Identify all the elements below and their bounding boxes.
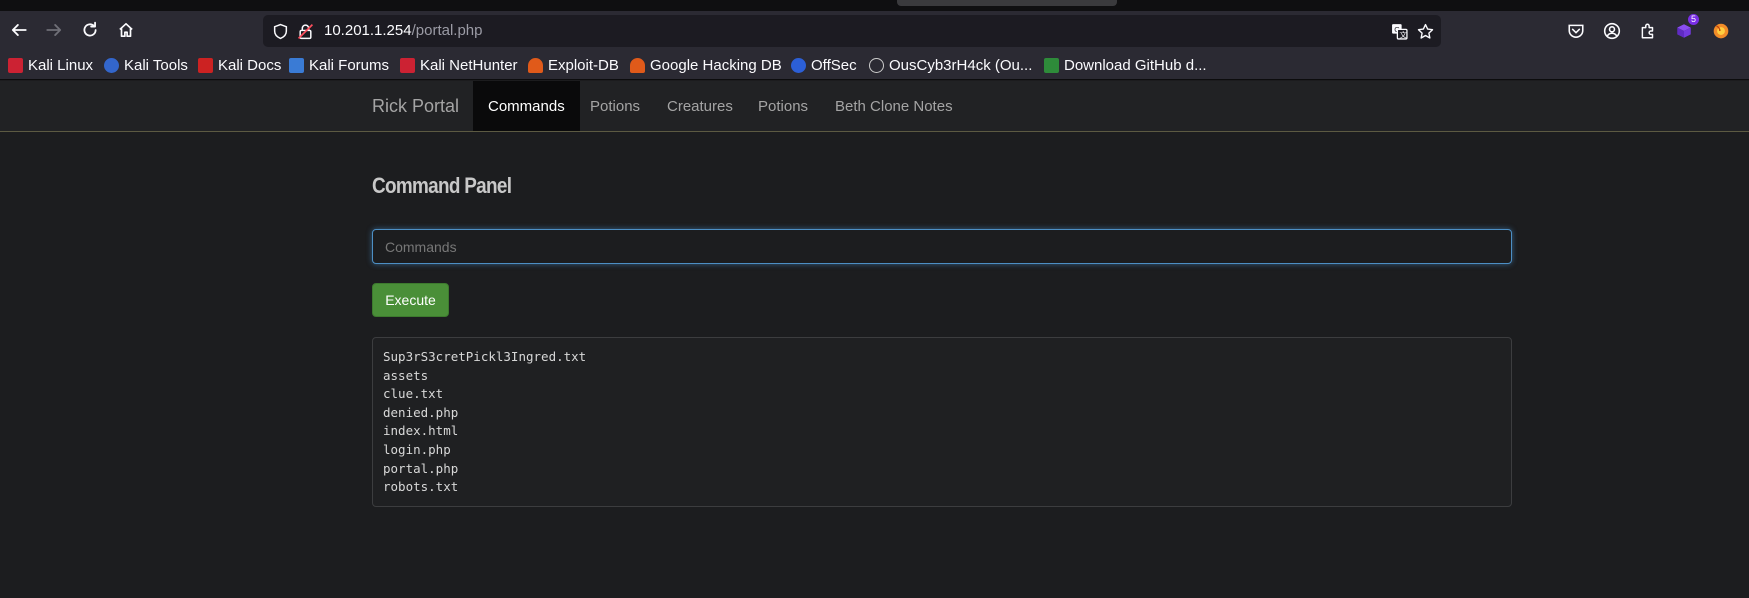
bookmark-kali-linux[interactable]: Kali Linux bbox=[8, 55, 93, 75]
nav-creatures[interactable]: Creatures bbox=[652, 81, 748, 131]
forward-icon[interactable] bbox=[43, 19, 65, 41]
command-output: Sup3rS3cretPickl3Ingred.txt assets clue.… bbox=[372, 337, 1512, 507]
output-line: clue.txt bbox=[383, 386, 444, 402]
lock-warning-icon[interactable] bbox=[296, 22, 314, 40]
bookmark-label: Kali Docs bbox=[218, 56, 282, 74]
execute-button[interactable]: Execute bbox=[372, 283, 449, 317]
bookmark-kali-docs[interactable]: Kali Docs bbox=[198, 55, 281, 75]
extensions-icon[interactable] bbox=[1637, 20, 1659, 42]
kali-tools-icon bbox=[104, 57, 119, 73]
bookmark-label: Kali Linux bbox=[28, 56, 94, 74]
bookmark-kali-forums[interactable]: Kali Forums bbox=[289, 55, 389, 75]
url-path: /portal.php bbox=[411, 22, 483, 39]
commands-input[interactable] bbox=[372, 229, 1512, 264]
nav-beth-clone-notes[interactable]: Beth Clone Notes bbox=[820, 81, 968, 131]
output-line: Sup3rS3cretPickl3Ingred.txt bbox=[383, 349, 587, 364]
bookmarks-toolbar: Kali Linux Kali Tools Kali Docs Kali For… bbox=[0, 51, 1749, 80]
url-host: 10.201.1.254 bbox=[324, 22, 412, 39]
bookmark-label: Exploit-DB bbox=[548, 56, 619, 74]
output-line: portal.php bbox=[383, 460, 459, 476]
extension-count-badge: 5 bbox=[1687, 14, 1699, 25]
output-line: index.html bbox=[383, 423, 459, 439]
bookmark-label: Kali Forums bbox=[309, 56, 390, 74]
bookmark-label: Kali Tools bbox=[124, 56, 188, 74]
offsec-icon bbox=[791, 57, 806, 73]
firefox-view-icon[interactable] bbox=[1710, 20, 1732, 42]
site-brand[interactable]: Rick Portal bbox=[372, 96, 459, 117]
window-top-strip bbox=[0, 0, 1749, 11]
tab-strip-hint[interactable] bbox=[897, 0, 1117, 6]
web-page: Rick Portal Commands Potions Creatures P… bbox=[0, 81, 1749, 598]
bookmark-google-hacking-db[interactable]: Google Hacking DB bbox=[630, 55, 782, 75]
bookmark-label: Download GitHub d... bbox=[1064, 56, 1207, 74]
nav-potions-2[interactable]: Potions bbox=[743, 81, 823, 131]
site-navbar: Rick Portal Commands Potions Creatures P… bbox=[0, 81, 1749, 132]
nav-potions[interactable]: Potions bbox=[575, 81, 655, 131]
home-icon[interactable] bbox=[115, 19, 137, 41]
kali-docs-icon bbox=[198, 57, 213, 73]
bookmark-ouscyb3rh4ck[interactable]: OusCyb3rH4ck (Ou... bbox=[869, 55, 1032, 75]
output-line: assets bbox=[383, 367, 429, 383]
bookmark-label: OusCyb3rH4ck (Ou... bbox=[889, 56, 1033, 74]
shield-icon[interactable] bbox=[271, 22, 289, 40]
account-icon[interactable] bbox=[1601, 20, 1623, 42]
extension-badge-icon[interactable]: 5 bbox=[1673, 14, 1699, 42]
bookmark-label: Kali NetHunter bbox=[420, 56, 518, 74]
bookmark-exploit-db[interactable]: Exploit-DB bbox=[528, 55, 619, 75]
bookmark-kali-tools[interactable]: Kali Tools bbox=[104, 55, 188, 75]
url-text[interactable]: 10.201.1.254/portal.php bbox=[324, 22, 482, 39]
output-line: denied.php bbox=[383, 404, 459, 420]
bookmark-kali-nethunter[interactable]: Kali NetHunter bbox=[400, 55, 518, 75]
bookmark-label: OffSec bbox=[811, 56, 857, 74]
exploit-db-icon bbox=[528, 57, 543, 73]
bookmark-offsec[interactable]: OffSec bbox=[791, 55, 857, 75]
translate-icon[interactable]: G文 bbox=[1390, 22, 1408, 40]
output-line: robots.txt bbox=[383, 479, 459, 495]
bookmark-download-github[interactable]: Download GitHub d... bbox=[1044, 55, 1207, 75]
pocket-icon[interactable] bbox=[1565, 20, 1587, 42]
ghdb-icon bbox=[630, 57, 645, 73]
panel-title: Command Panel bbox=[372, 173, 512, 198]
output-line: login.php bbox=[383, 441, 451, 457]
bookmark-label: Google Hacking DB bbox=[650, 56, 782, 74]
kali-forums-icon bbox=[289, 57, 304, 73]
url-bar[interactable]: 10.201.1.254/portal.php G文 bbox=[263, 15, 1441, 47]
reload-icon[interactable] bbox=[79, 19, 101, 41]
download-icon bbox=[1044, 57, 1059, 73]
kali-dragon-icon bbox=[8, 57, 23, 73]
browser-toolbar: 10.201.1.254/portal.php G文 5 bbox=[0, 11, 1749, 51]
star-icon[interactable] bbox=[1416, 22, 1434, 40]
back-icon[interactable] bbox=[8, 19, 30, 41]
globe-icon bbox=[869, 57, 884, 73]
nav-commands[interactable]: Commands bbox=[473, 81, 580, 131]
kali-nethunter-icon bbox=[400, 57, 415, 73]
svg-text:文: 文 bbox=[1399, 29, 1407, 39]
